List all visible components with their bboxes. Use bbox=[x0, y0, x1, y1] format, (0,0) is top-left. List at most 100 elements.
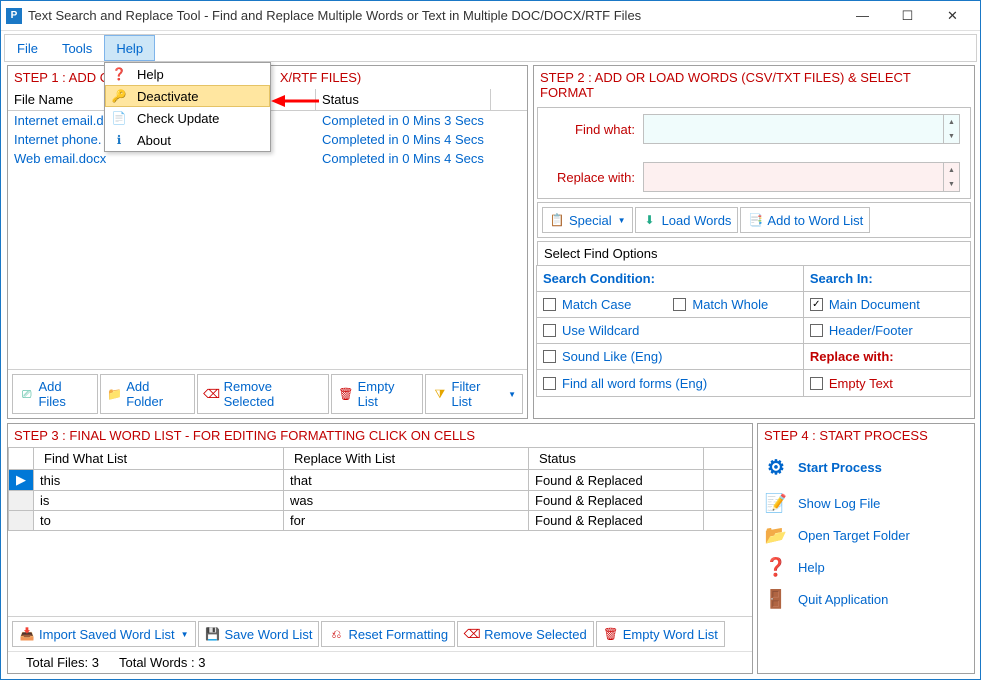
filter-list-button[interactable]: ⧩Filter List▼ bbox=[425, 374, 523, 414]
add-list-icon: 📑 bbox=[747, 212, 763, 228]
empty-list-button[interactable]: 🗑Empty List bbox=[331, 374, 423, 414]
sound-like-checkbox[interactable]: Sound Like (Eng) bbox=[537, 346, 668, 367]
menu-file[interactable]: File bbox=[5, 35, 50, 61]
help-icon: ❓ bbox=[764, 559, 788, 575]
file-status-cell: Completed in 0 Mins 3 Secs bbox=[316, 111, 511, 130]
help-menu-check-update[interactable]: 📄 Check Update bbox=[105, 107, 270, 129]
replace-with-header: Replace with: bbox=[804, 344, 970, 370]
col-status: Status bbox=[316, 89, 491, 110]
info-icon: ℹ bbox=[111, 132, 127, 148]
step2-panel: STEP 2 : ADD OR LOAD WORDS (CSV/TXT FILE… bbox=[533, 65, 975, 419]
step3-panel: STEP 3 : FINAL WORD LIST - FOR EDITING F… bbox=[7, 423, 753, 674]
find-what-label: Find what: bbox=[548, 122, 643, 137]
help-dropdown: ❓ Help 🔑 Deactivate 📄 Check Update ℹ Abo… bbox=[104, 62, 271, 152]
maximize-button[interactable]: ☐ bbox=[885, 2, 930, 30]
replace-with-input[interactable]: ▲▼ bbox=[643, 162, 960, 192]
total-words-label: Total Words : 3 bbox=[119, 655, 205, 670]
find-cell[interactable]: to bbox=[34, 511, 284, 531]
folder-open-icon: 📂 bbox=[764, 527, 788, 543]
spin-down-icon[interactable]: ▼ bbox=[943, 177, 959, 191]
start-process-button[interactable]: ⚙ Start Process bbox=[758, 447, 974, 487]
add-files-button[interactable]: ⎚Add Files bbox=[12, 374, 98, 414]
empty-icon: 🗑 bbox=[338, 386, 353, 402]
help-icon: ❓ bbox=[111, 66, 127, 82]
search-in-header: Search In: bbox=[804, 266, 970, 292]
remove-selected-button[interactable]: ⌫Remove Selected bbox=[197, 374, 330, 414]
close-button[interactable]: ✕ bbox=[930, 2, 975, 30]
empty-word-list-button[interactable]: 🗑Empty Word List bbox=[596, 621, 725, 647]
step3-title: STEP 3 : FINAL WORD LIST - FOR EDITING F… bbox=[8, 424, 752, 447]
status-cell: Found & Replaced bbox=[529, 491, 704, 511]
chevron-down-icon: ▼ bbox=[618, 216, 626, 225]
header-footer-checkbox[interactable]: Header/Footer bbox=[804, 320, 919, 341]
replace-with-label: Replace with: bbox=[548, 170, 643, 185]
help-menu-deactivate[interactable]: 🔑 Deactivate bbox=[105, 85, 270, 107]
import-icon: 📥 bbox=[19, 626, 35, 642]
key-icon: 🔑 bbox=[111, 88, 127, 104]
special-icon: 📋 bbox=[549, 212, 565, 228]
select-find-options-title: Select Find Options bbox=[537, 241, 971, 266]
word-row[interactable]: toforFound & Replaced bbox=[9, 511, 753, 531]
match-whole-checkbox[interactable]: Match Whole bbox=[667, 294, 774, 315]
word-list-table: Find What List Replace With List Status … bbox=[8, 447, 752, 531]
main-document-checkbox[interactable]: ✓Main Document bbox=[804, 294, 926, 315]
col-word-status: Status bbox=[529, 448, 704, 470]
filter-icon: ⧩ bbox=[432, 386, 447, 402]
file-status-cell: Completed in 0 Mins 4 Secs bbox=[316, 149, 511, 168]
help-menu-help[interactable]: ❓ Help bbox=[105, 63, 270, 85]
spin-up-icon[interactable]: ▲ bbox=[943, 163, 959, 177]
menu-help[interactable]: Help bbox=[104, 35, 155, 61]
chevron-down-icon: ▼ bbox=[181, 630, 189, 639]
add-to-word-list-button[interactable]: 📑Add to Word List bbox=[740, 207, 870, 233]
log-icon: 📝 bbox=[764, 495, 788, 511]
quit-application-button[interactable]: 🚪 Quit Application bbox=[758, 583, 974, 615]
help-menu-about[interactable]: ℹ About bbox=[105, 129, 270, 151]
app-icon: P bbox=[6, 8, 22, 24]
save-word-list-button[interactable]: 💾Save Word List bbox=[198, 621, 320, 647]
remove-selected-word-button[interactable]: ⌫Remove Selected bbox=[457, 621, 594, 647]
replace-cell[interactable]: was bbox=[284, 491, 529, 511]
status-cell: Found & Replaced bbox=[529, 511, 704, 531]
find-what-input[interactable]: ▲▼ bbox=[643, 114, 960, 144]
exit-icon: 🚪 bbox=[764, 591, 788, 607]
reset-icon: ⎌ bbox=[328, 626, 344, 642]
menubar: File Tools Help bbox=[4, 34, 977, 62]
remove-icon: ⌫ bbox=[204, 386, 220, 402]
reset-formatting-button[interactable]: ⎌Reset Formatting bbox=[321, 621, 455, 647]
replace-cell[interactable]: that bbox=[284, 470, 529, 491]
row-indicator bbox=[9, 511, 34, 531]
step4-panel: STEP 4 : START PROCESS ⚙ Start Process 📝… bbox=[757, 423, 975, 674]
help-button[interactable]: ❓ Help bbox=[758, 551, 974, 583]
minimize-button[interactable]: — bbox=[840, 2, 885, 30]
show-log-file-button[interactable]: 📝 Show Log File bbox=[758, 487, 974, 519]
step1-title-b: X/RTF FILES) bbox=[280, 70, 361, 85]
add-folder-button[interactable]: 📁Add Folder bbox=[100, 374, 195, 414]
step4-title: STEP 4 : START PROCESS bbox=[758, 424, 974, 447]
col-find-what: Find What List bbox=[34, 448, 284, 470]
word-row[interactable]: iswasFound & Replaced bbox=[9, 491, 753, 511]
help-menu-deactivate-label: Deactivate bbox=[137, 89, 198, 104]
use-wildcard-checkbox[interactable]: Use Wildcard bbox=[537, 320, 645, 341]
row-indicator: ▶ bbox=[9, 470, 34, 491]
word-row[interactable]: ▶thisthatFound & Replaced bbox=[9, 470, 753, 491]
spin-up-icon[interactable]: ▲ bbox=[943, 115, 959, 129]
word-forms-checkbox[interactable]: Find all word forms (Eng) bbox=[537, 373, 713, 394]
load-words-button[interactable]: ⬇Load Words bbox=[635, 207, 739, 233]
empty-text-checkbox[interactable]: Empty Text bbox=[804, 373, 899, 394]
open-target-folder-button[interactable]: 📂 Open Target Folder bbox=[758, 519, 974, 551]
status-cell: Found & Replaced bbox=[529, 470, 704, 491]
remove-icon: ⌫ bbox=[464, 626, 480, 642]
replace-cell[interactable]: for bbox=[284, 511, 529, 531]
help-menu-help-label: Help bbox=[137, 67, 164, 82]
folder-icon: 📁 bbox=[107, 386, 122, 402]
gear-icon: ⚙ bbox=[764, 455, 788, 479]
find-cell[interactable]: is bbox=[34, 491, 284, 511]
menu-tools[interactable]: Tools bbox=[50, 35, 104, 61]
spin-down-icon[interactable]: ▼ bbox=[943, 129, 959, 143]
special-button[interactable]: 📋Special▼ bbox=[542, 207, 633, 233]
titlebar: P Text Search and Replace Tool - Find an… bbox=[1, 1, 980, 31]
match-case-checkbox[interactable]: Match Case bbox=[537, 294, 637, 315]
import-word-list-button[interactable]: 📥Import Saved Word List▼ bbox=[12, 621, 196, 647]
find-cell[interactable]: this bbox=[34, 470, 284, 491]
row-indicator-header bbox=[9, 448, 34, 470]
